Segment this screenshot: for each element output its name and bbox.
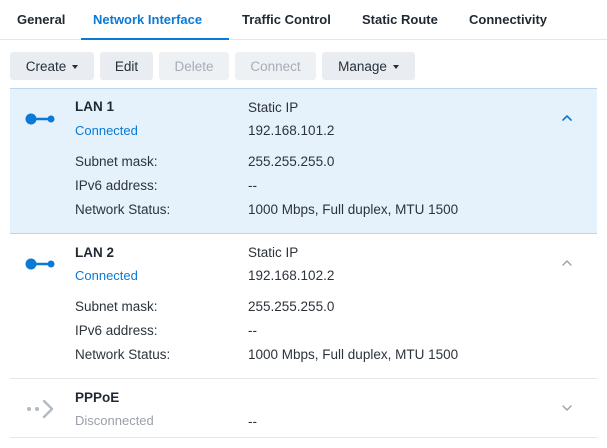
manage-button-label: Manage — [338, 58, 387, 74]
delete-button-label: Delete — [174, 58, 214, 74]
ethernet-connected-icon — [25, 258, 55, 270]
subnet-label: Subnet mask: — [75, 154, 158, 169]
subnet-value: 255.255.255.0 — [248, 299, 335, 314]
interface-status: Connected — [75, 123, 138, 138]
manage-button[interactable]: Manage — [322, 52, 415, 80]
ip-address: 192.168.101.2 — [248, 123, 335, 138]
ip-address: -- — [248, 414, 257, 429]
ipv6-value: -- — [248, 323, 257, 338]
interface-status: Disconnected — [75, 413, 154, 428]
network-status-value: 1000 Mbps, Full duplex, MTU 1500 — [248, 347, 459, 362]
ipv6-label: IPv6 address: — [75, 178, 158, 193]
delete-button[interactable]: Delete — [159, 52, 229, 80]
chevron-down-icon — [72, 64, 79, 69]
connect-button-label: Connect — [250, 58, 301, 74]
chevron-up-icon[interactable] — [560, 111, 574, 125]
ethernet-connected-icon — [25, 113, 55, 125]
chevron-up-icon[interactable] — [560, 256, 574, 270]
pppoe-disconnected-icon — [27, 399, 54, 419]
interface-card-lan2[interactable]: LAN 2 Connected Static IP 192.168.102.2 … — [10, 234, 597, 379]
network-status-label: Network Status: — [75, 347, 171, 362]
create-button-label: Create — [25, 58, 67, 74]
edit-button[interactable]: Edit — [100, 52, 153, 80]
create-button[interactable]: Create — [10, 52, 94, 80]
chevron-down-icon[interactable] — [560, 401, 574, 415]
interface-name: LAN 2 — [75, 245, 115, 260]
interface-card-lan1[interactable]: LAN 1 Connected Static IP 192.168.101.2 … — [10, 88, 597, 234]
tab-static-route[interactable]: Static Route — [362, 12, 438, 27]
interface-name: PPPoE — [75, 390, 120, 405]
ipv6-label: IPv6 address: — [75, 323, 158, 338]
interface-name: LAN 1 — [75, 99, 115, 114]
ip-address: 192.168.102.2 — [248, 268, 335, 283]
ipv6-value: -- — [248, 178, 257, 193]
tab-network-interface[interactable]: Network Interface — [93, 12, 202, 27]
tab-general[interactable]: General — [17, 12, 65, 27]
edit-button-label: Edit — [114, 58, 139, 74]
network-status-value: 1000 Mbps, Full duplex, MTU 1500 — [248, 202, 459, 217]
tab-traffic-control[interactable]: Traffic Control — [242, 12, 331, 27]
active-tab-indicator — [81, 38, 229, 40]
tab-connectivity[interactable]: Connectivity — [469, 12, 547, 27]
chevron-down-icon — [392, 64, 399, 69]
subnet-label: Subnet mask: — [75, 299, 158, 314]
connect-button[interactable]: Connect — [235, 52, 316, 80]
tab-bar: General Network Interface Traffic Contro… — [0, 0, 607, 40]
ip-mode: Static IP — [248, 245, 299, 260]
subnet-value: 255.255.255.0 — [248, 154, 335, 169]
network-status-label: Network Status: — [75, 202, 171, 217]
interface-status: Connected — [75, 268, 138, 283]
ip-mode: Static IP — [248, 100, 299, 115]
interface-card-pppoe[interactable]: PPPoE Disconnected -- — [10, 379, 597, 438]
